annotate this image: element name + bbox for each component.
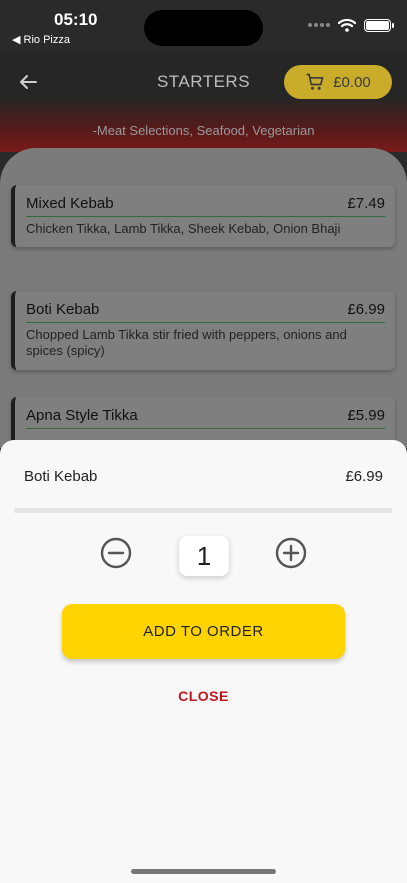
home-indicator <box>131 869 276 874</box>
selected-item-name: Boti Kebab <box>24 468 98 485</box>
menu-item-price: £7.49 <box>347 195 385 212</box>
menu-item-name: Mixed Kebab <box>26 195 114 212</box>
header: STARTERS £0.00 -Meat Selections, Seafood… <box>0 52 407 152</box>
status-time: 05:10 <box>54 10 98 29</box>
selected-item: Boti Kebab £6.99 <box>24 468 383 485</box>
close-button[interactable]: CLOSE <box>0 688 407 704</box>
menu-item-description: Chopped Lamb Tikka stir fried with peppe… <box>26 327 347 359</box>
quantity-value: 1 <box>179 536 229 576</box>
menu-item-name: Boti Kebab <box>26 301 100 318</box>
cart-icon <box>306 73 324 90</box>
menu-list: Mixed Kebab £7.49 Chicken Tikka, Lamb Ti… <box>0 148 407 457</box>
category-subtitle: -Meat Selections, Seafood, Vegetarian <box>92 123 315 138</box>
minus-circle-icon[interactable] <box>100 537 132 569</box>
signal-icon <box>308 23 330 27</box>
divider <box>14 508 392 513</box>
cart-button[interactable]: £0.00 <box>284 65 392 99</box>
cart-total: £0.00 <box>333 73 371 91</box>
menu-item-card[interactable]: Boti Kebab £6.99 Chopped Lamb Tikka stir… <box>11 291 395 370</box>
add-to-order-button[interactable]: ADD TO ORDER <box>62 604 345 659</box>
wifi-icon <box>338 18 356 32</box>
menu-item-price: £6.99 <box>347 301 385 318</box>
battery-icon <box>364 18 394 32</box>
menu-item-name: Apna Style Tikka <box>26 407 138 424</box>
selected-item-price: £6.99 <box>345 468 383 485</box>
back-to-app-link[interactable]: ◀ Rio Pizza <box>12 33 70 46</box>
status-icons <box>308 18 394 32</box>
menu-item-card[interactable]: Mixed Kebab £7.49 Chicken Tikka, Lamb Ti… <box>11 185 395 248</box>
menu-item-description: Chicken Tikka, Lamb Tikka, Sheek Kebab, … <box>26 221 341 236</box>
dynamic-island <box>144 10 263 46</box>
add-item-sheet: Boti Kebab £6.99 1 ADD TO ORDER CLOSE <box>0 440 407 883</box>
menu-item-price: £5.99 <box>347 407 385 424</box>
status-bar: 05:10 ◀ Rio Pizza <box>0 0 407 52</box>
plus-circle-icon[interactable] <box>275 537 307 569</box>
